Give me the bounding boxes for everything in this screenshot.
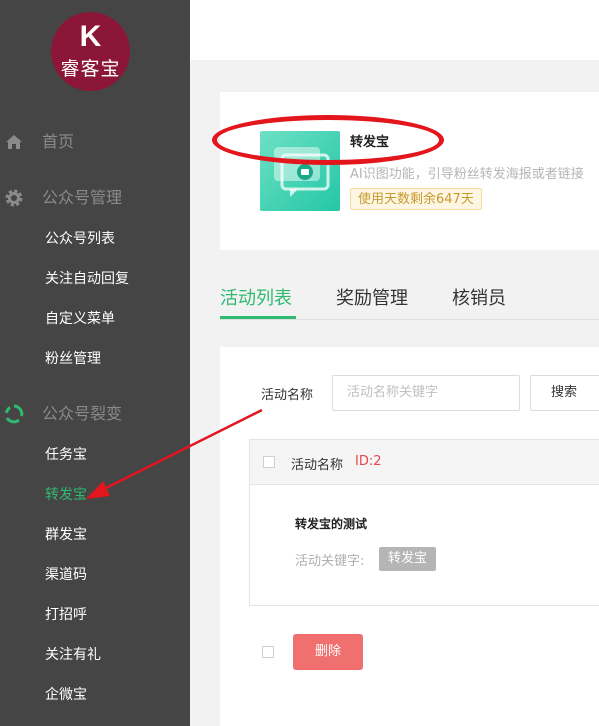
- sidebar-item-greeting[interactable]: 打招呼: [45, 603, 87, 627]
- top-bar: [190, 0, 599, 60]
- keyword-label: 活动关键字:: [295, 554, 365, 569]
- sidebar-section-label: 公众号裂变: [42, 404, 123, 423]
- active-tab-underline: [220, 316, 296, 319]
- tab-reward-management[interactable]: 奖励管理: [336, 285, 408, 313]
- logo-mark: K: [79, 20, 102, 53]
- sidebar-item-fan-management[interactable]: 粉丝管理: [45, 347, 101, 371]
- search-label: 活动名称: [261, 388, 314, 403]
- list-item: [249, 484, 599, 606]
- tab-bar: 活动列表 奖励管理 核销员: [220, 285, 599, 320]
- sidebar-section-home[interactable]: 首页: [0, 127, 190, 157]
- sidebar-section-fission[interactable]: 公众号裂变: [0, 399, 190, 429]
- search-input[interactable]: 活动名称关键字: [332, 375, 520, 411]
- sidebar-item-task-bao[interactable]: 任务宝: [45, 443, 87, 467]
- sidebar-item-account-list[interactable]: 公众号列表: [45, 227, 115, 251]
- sidebar-item-wecom-bao[interactable]: 企微宝: [45, 683, 87, 707]
- tab-verifier[interactable]: 核销员: [452, 285, 506, 313]
- select-all-checkbox[interactable]: [262, 646, 274, 658]
- days-remaining-badge: 使用天数剩余647天: [350, 188, 482, 210]
- annotation-ellipse: [212, 115, 444, 165]
- home-icon: [6, 135, 22, 149]
- delete-button[interactable]: 删除: [293, 634, 363, 670]
- brand-logo: K 睿客宝: [51, 12, 130, 91]
- search-button[interactable]: 搜索: [530, 375, 599, 411]
- row-checkbox[interactable]: [263, 456, 275, 468]
- keyword-tag: 转发宝: [379, 547, 437, 571]
- sidebar-item-forward-bao[interactable]: 转发宝: [45, 483, 87, 507]
- sidebar: K 睿客宝 首页 公众号管理 公众号列表 关注自动回复 自定义菜单 粉丝管理 公…: [0, 0, 190, 726]
- activity-id: ID:2: [355, 454, 382, 469]
- gear-icon: [5, 189, 23, 207]
- sidebar-item-follow-gift[interactable]: 关注有礼: [45, 643, 101, 667]
- activity-name[interactable]: 转发宝的测试: [295, 515, 367, 532]
- sidebar-item-channel-code[interactable]: 渠道码: [45, 563, 87, 587]
- fission-icon: [5, 404, 24, 424]
- sidebar-item-group-bao[interactable]: 群发宝: [45, 523, 87, 547]
- sidebar-item-auto-reply[interactable]: 关注自动回复: [45, 267, 129, 291]
- tab-activity-list[interactable]: 活动列表: [220, 285, 292, 313]
- sidebar-item-custom-menu[interactable]: 自定义菜单: [45, 307, 115, 331]
- list-header-label: 活动名称: [291, 458, 344, 473]
- sidebar-section-label: 首页: [42, 132, 75, 151]
- sidebar-section-label: 公众号管理: [42, 188, 123, 207]
- logo-text: 睿客宝: [60, 58, 121, 80]
- sidebar-section-account-management[interactable]: 公众号管理: [0, 183, 190, 213]
- app-description: AI识图功能，引导粉丝转发海报或者链接: [350, 167, 584, 182]
